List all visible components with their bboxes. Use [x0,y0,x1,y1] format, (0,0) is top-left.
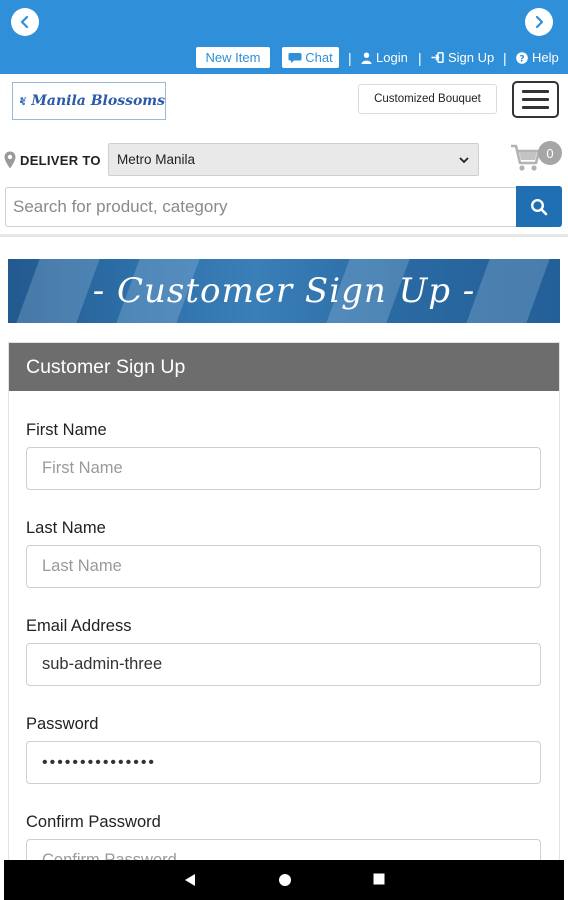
svg-text:?: ? [519,54,524,64]
chevron-right-icon [535,15,544,29]
forward-button[interactable] [525,8,553,36]
signup-label: Sign Up [448,50,495,65]
sign-in-icon [431,52,444,63]
flower-logo-icon [20,96,27,106]
login-label: Login [376,50,408,65]
recents-square-icon[interactable] [373,873,385,885]
deliver-to-label: DELIVER TO [20,152,101,168]
search-input[interactable] [5,187,517,227]
location-selected: Metro Manila [117,152,196,167]
search-button[interactable] [516,186,562,227]
last-name-label: Last Name [26,519,106,537]
speech-bubble-icon [288,52,302,63]
help-link[interactable]: ? Help [516,50,559,65]
signup-form: Customer Sign Up First Name Last Name Em… [8,342,560,872]
location-select[interactable]: Metro Manila [108,143,479,176]
cart-button[interactable]: 0 [510,141,562,175]
password-label: Password [26,715,99,733]
chevron-down-icon [459,157,469,164]
chat-label: Chat [305,50,333,65]
magnifier-icon [530,198,548,215]
separator: | [503,50,507,66]
email-field[interactable] [26,643,541,686]
new-item-button[interactable]: New Item [196,47,270,68]
site-logo[interactable]: Manila Blossoms [12,82,166,120]
first-name-field[interactable] [26,447,541,490]
login-link[interactable]: Login [361,50,408,65]
map-pin-icon [4,151,16,169]
question-circle-icon: ? [516,51,528,64]
back-triangle-icon[interactable] [184,873,196,887]
confirm-password-label: Confirm Password [26,813,161,831]
cart-count-badge: 0 [538,141,562,165]
menu-button[interactable] [512,81,559,118]
separator: | [348,50,352,66]
chat-button[interactable]: Chat [282,47,339,68]
top-links: New Item Chat | Login | Sign Up | ? Help [0,46,568,70]
last-name-field[interactable] [26,545,541,588]
logo-text: Manila Blossoms [31,93,165,109]
home-circle-icon[interactable] [278,873,292,887]
signup-link[interactable]: Sign Up [431,50,494,65]
system-navigation-bar [4,860,564,900]
user-icon [361,52,372,64]
help-label: Help [532,50,559,65]
shopping-cart-icon [511,144,541,171]
separator: | [418,50,422,66]
deliver-to: DELIVER TO [4,148,101,172]
customized-bouquet-button[interactable]: Customized Bouquet [358,84,497,114]
form-header: Customer Sign Up [9,343,559,391]
hamburger-menu-icon [522,90,549,93]
hamburger-menu-icon [522,98,549,101]
back-button[interactable] [11,8,39,36]
banner-title: - Customer Sign Up - [92,271,476,311]
password-field[interactable] [26,741,541,784]
divider [0,234,568,237]
signup-banner: - Customer Sign Up - [8,259,560,323]
chevron-left-icon [20,15,29,29]
hamburger-menu-icon [522,106,549,109]
email-label: Email Address [26,617,132,635]
top-bar: New Item Chat | Login | Sign Up | ? Help [0,0,568,74]
first-name-label: First Name [26,421,107,439]
